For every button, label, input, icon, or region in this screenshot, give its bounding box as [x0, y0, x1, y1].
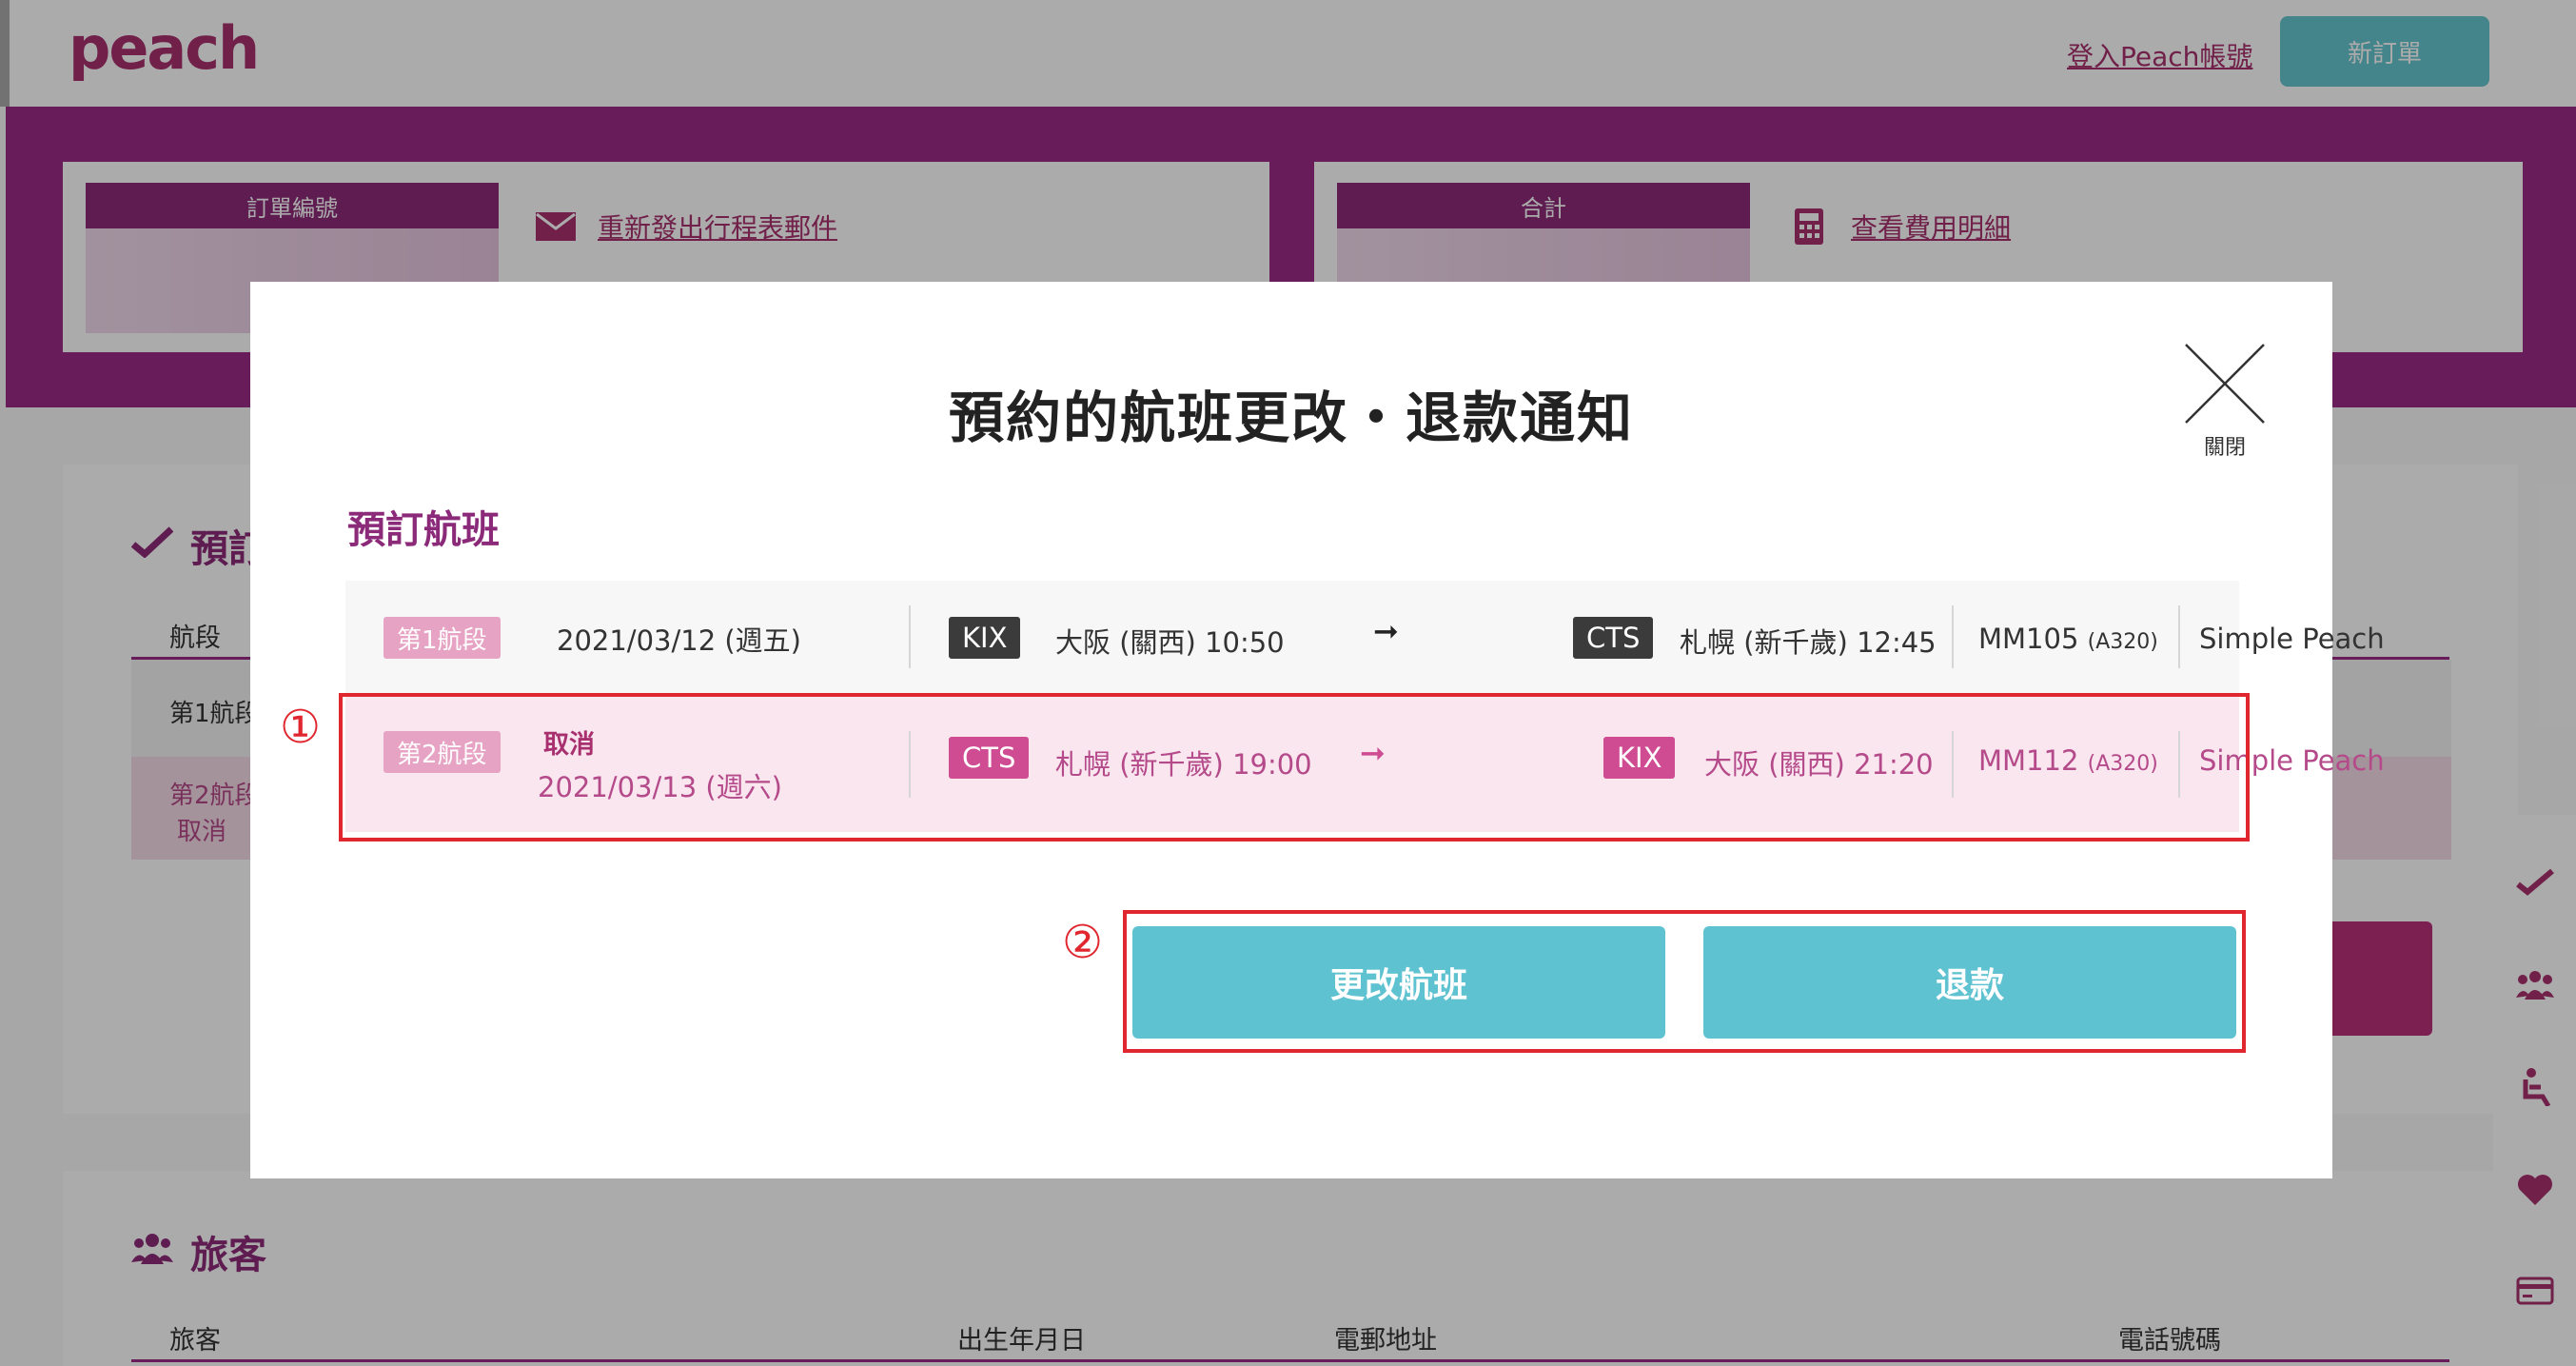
callout-number-2: ②	[1062, 916, 1104, 969]
destination-text: 札幌 (新千歲) 12:45	[1680, 626, 1937, 659]
dialog-title: 預約的航班更改・退款通知	[948, 386, 1634, 450]
flight-leg-row: 第1航段 2021/03/12 (週五) KIX 大阪 (關西) 10:50 ➞…	[345, 581, 2385, 695]
divider	[1952, 605, 1954, 668]
fare-type: Simple Peach	[2199, 623, 2385, 655]
flight-number-text: MM105	[1978, 623, 2079, 655]
close-label: 關閉	[2203, 436, 2246, 460]
close-icon	[2185, 344, 2265, 424]
aircraft-type: (A320)	[2087, 630, 2158, 654]
highlight-cancelled-leg	[339, 693, 2250, 841]
flight-number: MM105 (A320)	[1978, 623, 2158, 655]
origin-text: 大阪 (關西) 10:50	[1055, 626, 1285, 659]
callout-number-1: ①	[280, 701, 322, 754]
destination-code: CTS	[1573, 617, 1654, 659]
leg-date: 2021/03/12 (週五)	[557, 624, 801, 657]
booked-flights-title: 預訂航班	[347, 508, 500, 552]
divider	[909, 605, 911, 668]
leg-badge: 第1航段	[383, 617, 501, 659]
highlight-action-buttons	[1123, 910, 2246, 1053]
origin-code: KIX	[949, 617, 1021, 659]
divider	[2178, 605, 2180, 668]
close-button[interactable]: 關閉	[2180, 343, 2270, 460]
arrow-right-icon: ➞	[1373, 613, 1399, 649]
